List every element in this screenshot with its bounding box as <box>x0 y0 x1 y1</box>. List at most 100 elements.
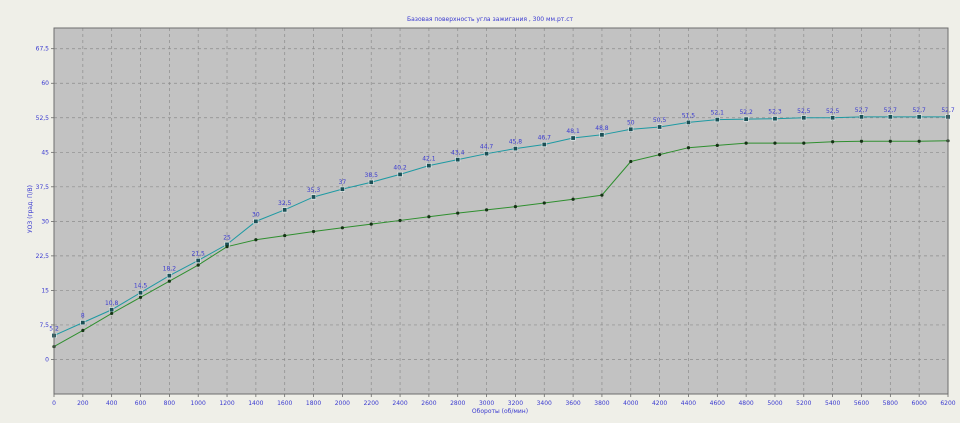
data-point-dot <box>715 143 719 147</box>
x-tick-label: 3000 <box>479 400 494 407</box>
data-label: 51,5 <box>682 112 696 119</box>
data-point-dot <box>888 139 892 143</box>
y-tick-label: 45 <box>41 149 49 156</box>
data-point-square <box>195 257 201 263</box>
data-label: 35,3 <box>307 187 321 194</box>
y-tick-label: 67,5 <box>36 46 50 53</box>
data-label: 50 <box>627 119 635 126</box>
data-label: 52,7 <box>912 107 926 114</box>
data-label: 52,1 <box>711 110 725 117</box>
x-tick-label: 1800 <box>306 400 321 407</box>
data-point-dot <box>311 229 316 234</box>
x-tick-label: 3600 <box>565 400 580 407</box>
data-label: 52,7 <box>884 107 898 114</box>
data-point-square <box>599 132 605 138</box>
data-label: 44,7 <box>480 144 494 151</box>
data-point-dot <box>859 139 864 143</box>
x-tick-label: 600 <box>135 400 147 407</box>
data-point-dot <box>138 295 143 299</box>
data-point-dot <box>484 208 489 212</box>
data-point-square <box>541 141 547 147</box>
x-tick-label: 200 <box>77 400 89 407</box>
x-tick-label: 2400 <box>392 400 407 407</box>
data-label: 14,5 <box>134 283 148 290</box>
x-tick-label: 800 <box>164 400 176 407</box>
x-tick-label: 400 <box>106 400 118 407</box>
data-point-square <box>80 320 86 326</box>
data-label: 21,5 <box>192 250 206 257</box>
x-tick-label: 3800 <box>594 400 609 407</box>
y-tick-label: 15 <box>41 287 49 294</box>
data-label: 18,2 <box>163 266 177 273</box>
x-tick-label: 5400 <box>825 400 840 407</box>
data-point-dot <box>744 141 748 145</box>
data-point-dot <box>513 205 518 209</box>
x-tick-label: 6200 <box>940 400 955 407</box>
x-tick-label: 1400 <box>248 400 263 407</box>
chart-title: Базовая поверхность угла зажигания , 300… <box>407 16 574 23</box>
data-point-square <box>109 307 115 313</box>
y-axis-ticks: 0 7,5 15 22,5 30 37,5 45 52,5 60 67,5 <box>36 46 54 363</box>
x-tick-label: 6000 <box>912 400 927 407</box>
data-point-dot <box>773 141 777 145</box>
x-tick-label: 1000 <box>191 400 206 407</box>
x-tick-label: 5200 <box>796 400 811 407</box>
data-label: 42,1 <box>422 156 436 163</box>
data-point-dot <box>456 211 460 215</box>
data-point-dot <box>398 218 402 223</box>
data-point-square <box>455 157 461 163</box>
data-label: 40,2 <box>393 164 407 171</box>
data-label: 52,3 <box>768 109 782 116</box>
data-label: 52,7 <box>855 107 869 114</box>
data-point-square <box>484 151 490 157</box>
x-tick-label: 3400 <box>537 400 552 407</box>
x-tick-label: 4800 <box>738 400 753 407</box>
y-tick-label: 52,5 <box>36 115 50 122</box>
data-point-dot <box>110 311 114 316</box>
data-label: 48,8 <box>595 125 609 132</box>
data-point-square <box>426 163 432 169</box>
data-label: 37 <box>339 179 347 186</box>
data-label: 38,5 <box>365 172 379 179</box>
data-label: 46,7 <box>538 134 552 141</box>
data-point-dot <box>340 226 344 230</box>
data-point-dot <box>427 215 431 219</box>
data-point-dot <box>831 140 835 144</box>
data-point-dot <box>254 238 258 242</box>
x-tick-label: 2800 <box>450 400 465 407</box>
x-tick-label: 5800 <box>883 400 898 407</box>
data-point-square <box>628 126 634 132</box>
data-point-dot <box>802 141 806 145</box>
data-point-dot <box>917 139 921 143</box>
data-point-dot <box>369 222 373 226</box>
data-point-square <box>685 119 691 125</box>
y-tick-label: 60 <box>41 80 49 87</box>
y-axis-label: УОЗ (град. П/В) <box>27 185 34 233</box>
x-tick-label: 1200 <box>219 400 234 407</box>
data-point-square <box>311 194 317 200</box>
data-point-dot <box>571 197 575 201</box>
data-point-dot <box>167 279 171 283</box>
data-point-square <box>397 171 403 177</box>
x-tick-label: 1600 <box>277 400 292 407</box>
x-tick-label: 5000 <box>767 400 782 407</box>
data-point-square <box>138 290 144 296</box>
chart-container: 0 7,5 15 22,5 30 37,5 45 52,5 60 67,5 0 200 400 600 8… <box>0 0 960 419</box>
data-point-square <box>858 114 864 120</box>
x-tick-label: 0 <box>52 400 56 407</box>
data-point-dot <box>658 153 662 157</box>
data-point-square <box>339 186 345 192</box>
data-point-dot <box>542 201 546 205</box>
data-point-dot <box>686 146 691 150</box>
x-tick-label: 4400 <box>681 400 696 407</box>
y-tick-label: 22,5 <box>36 253 50 260</box>
x-tick-label: 2600 <box>421 400 436 407</box>
data-point-square <box>887 114 893 120</box>
data-label: 48,1 <box>566 128 580 135</box>
data-label: 52,5 <box>826 108 840 115</box>
x-tick-label: 4600 <box>710 400 725 407</box>
x-tick-label: 2200 <box>364 400 379 407</box>
data-point-square <box>714 117 720 123</box>
data-label: 43,4 <box>451 150 465 157</box>
x-tick-label: 3200 <box>508 400 523 407</box>
